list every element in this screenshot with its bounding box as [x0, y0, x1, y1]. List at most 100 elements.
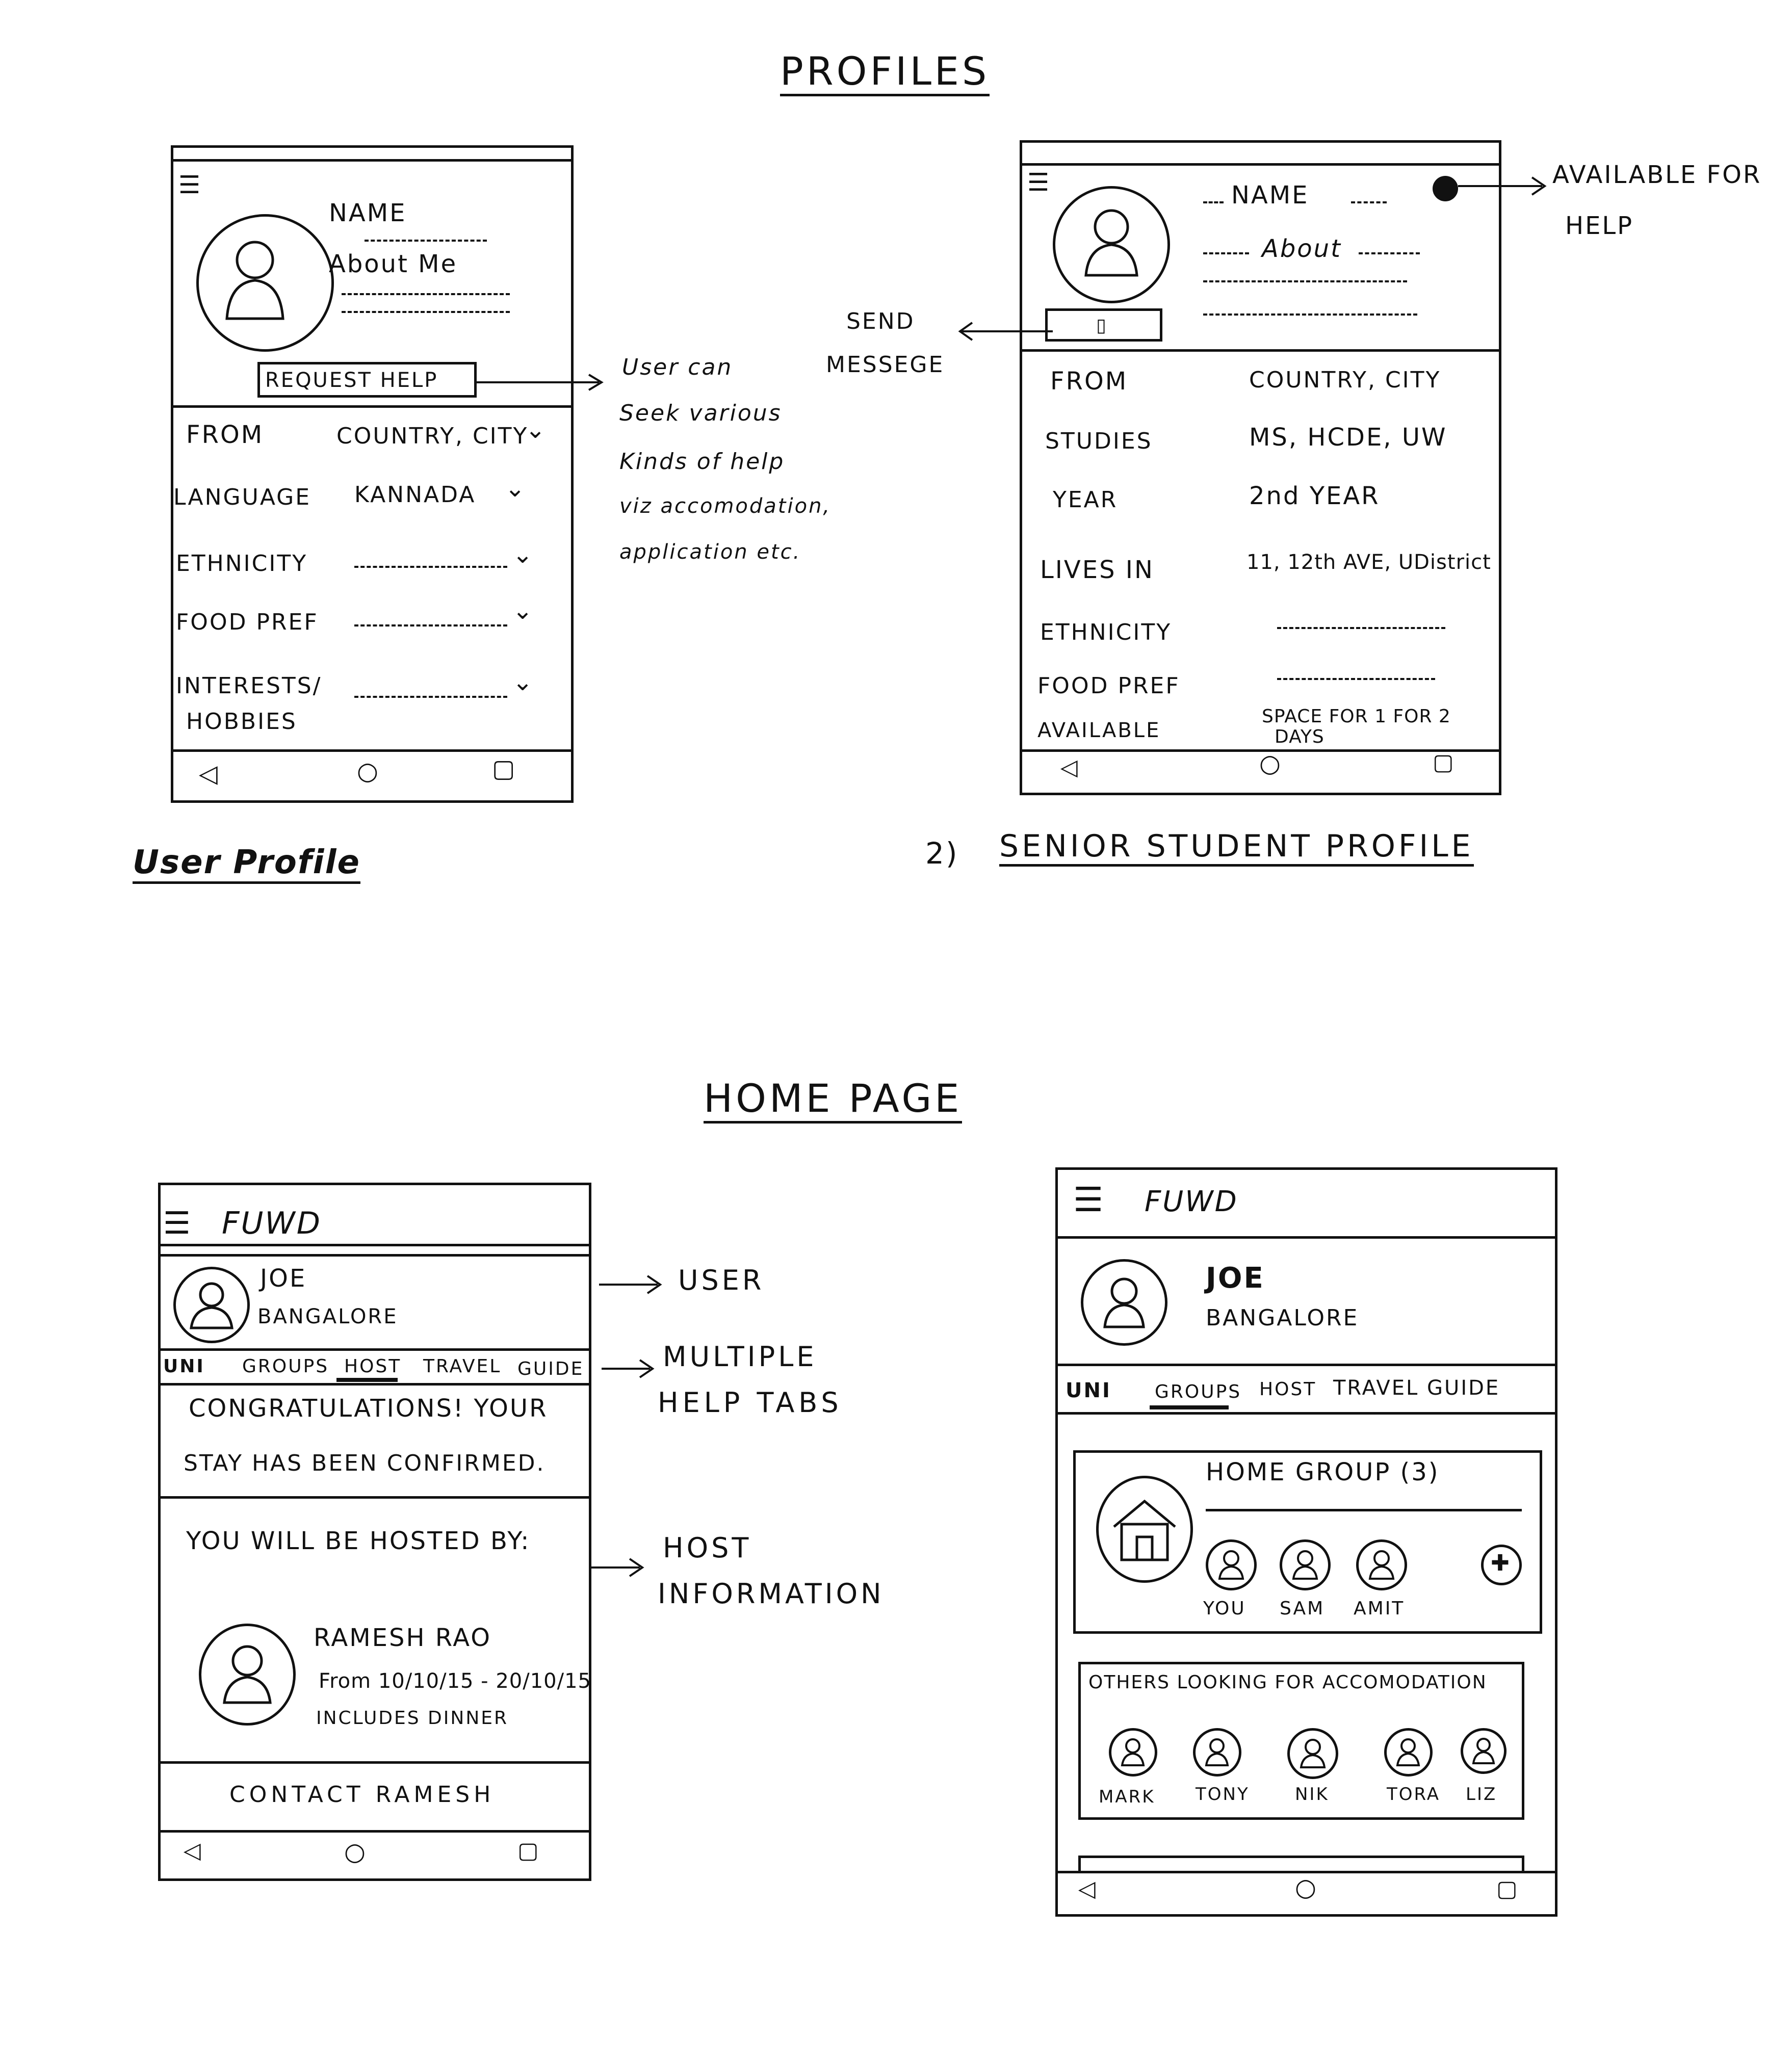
home-icon[interactable]: ○ [344, 1838, 367, 1866]
user-profile-caption: User Profile [133, 844, 360, 884]
active-tab-indicator [336, 1378, 398, 1382]
back-icon[interactable]: ◁ [1060, 754, 1079, 780]
other-name-mark: MARK [1099, 1787, 1155, 1807]
other-avatar-liz[interactable] [1461, 1728, 1507, 1774]
person-icon [225, 241, 284, 320]
other-name-nik: NIK [1295, 1784, 1329, 1805]
user-name: JOE [1206, 1262, 1265, 1295]
chevron-down-icon[interactable]: ⌄ [512, 540, 533, 569]
field-label-food-pref: FOOD PREF [1037, 673, 1180, 699]
other-name-tony: TONY [1196, 1784, 1250, 1805]
tab-uni[interactable]: UNI [163, 1356, 205, 1377]
person-icon [1205, 1738, 1229, 1766]
send-message-annotation-2: MESSEGE [826, 352, 945, 378]
person-icon [1472, 1738, 1495, 1764]
tab-groups[interactable]: GROUPS [242, 1356, 329, 1377]
chevron-down-icon[interactable]: ⌄ [512, 668, 533, 696]
home-page-title: HOME PAGE [704, 1076, 963, 1124]
field-label-ethnicity: ETHNICITY [1040, 619, 1172, 645]
add-member-icon[interactable]: ✚ [1481, 1545, 1522, 1585]
field-label-available: AVAILABLE [1037, 719, 1161, 742]
tabs-annotation-1: MULTIPLE [663, 1341, 817, 1373]
field-label-hobbies: HOBBIES [186, 709, 297, 735]
recent-apps-icon[interactable]: ▢ [1496, 1876, 1519, 1902]
member-name-you: YOU [1203, 1598, 1246, 1619]
member-name-sam: SAM [1280, 1598, 1325, 1619]
field-label-food-pref: FOOD PREF [176, 609, 319, 635]
member-name-amit: AMIT [1354, 1598, 1405, 1619]
contact-host-button[interactable]: CONTACT RAMESH [229, 1782, 495, 1808]
available-annotation-1: AVAILABLE FOR [1552, 161, 1762, 189]
about-label: About [1262, 234, 1342, 263]
tab-host[interactable]: HOST [344, 1356, 401, 1377]
hamburger-icon[interactable]: ☰ [178, 171, 202, 199]
member-avatar-you[interactable] [1206, 1539, 1257, 1590]
other-avatar-tora[interactable] [1384, 1728, 1433, 1776]
back-icon[interactable]: ◁ [1078, 1876, 1097, 1902]
other-avatar-mark[interactable] [1109, 1728, 1157, 1776]
tab-uni[interactable]: UNI [1066, 1379, 1111, 1402]
home-host-phone: ☰ FUWD JOE BANGALORE UNI GROUPS HOST TRA… [158, 1183, 591, 1881]
tab-host[interactable]: HOST [1259, 1379, 1316, 1400]
tab-groups[interactable]: GROUPS [1155, 1381, 1241, 1402]
request-help-annotation-2: Seek various [619, 400, 782, 426]
request-help-annotation-3: Kinds of help [619, 449, 785, 475]
field-label-studies: STUDIES [1045, 428, 1153, 454]
hamburger-icon[interactable]: ☰ [163, 1206, 192, 1241]
person-icon [1300, 1739, 1326, 1768]
active-tab-indicator [1150, 1405, 1229, 1409]
request-help-button[interactable]: REQUEST HELP [257, 362, 477, 398]
host-includes: INCLUDES DINNER [316, 1708, 509, 1729]
request-help-annotation-1: User can [622, 354, 733, 380]
host-annotation-1: HOST [663, 1532, 752, 1564]
back-icon[interactable]: ◁ [184, 1838, 202, 1864]
arrow-icon [958, 322, 1053, 341]
house-avatar [1096, 1476, 1193, 1583]
arrow-icon [477, 374, 604, 391]
tab-travel[interactable]: TRAVEL [423, 1356, 501, 1377]
field-label-year: YEAR [1053, 487, 1118, 513]
hamburger-icon[interactable]: ☰ [1073, 1180, 1105, 1219]
others-card[interactable]: OTHERS LOOKING FOR ACCOMODATION MARK TON… [1078, 1662, 1524, 1820]
others-title: OTHERS LOOKING FOR ACCOMODATION [1088, 1672, 1487, 1693]
name-label: NAME [329, 199, 407, 227]
other-avatar-nik[interactable] [1287, 1728, 1338, 1779]
chevron-down-icon[interactable]: ⌄ [505, 474, 525, 503]
home-group-card[interactable]: HOME GROUP (3) ✚ YOU SAM AMIT [1073, 1450, 1542, 1634]
name-label: NAME [1231, 181, 1309, 210]
avatar [1053, 186, 1170, 303]
home-icon[interactable]: ○ [1295, 1873, 1318, 1902]
person-icon [1103, 1277, 1145, 1328]
tabs-annotation-2: HELP TABS [658, 1387, 843, 1419]
home-icon[interactable]: ○ [357, 757, 380, 786]
senior-profile-caption: SENIOR STUDENT PROFILE [999, 828, 1474, 867]
app-title: FUWD [222, 1206, 322, 1241]
field-value-available: SPACE FOR 1 FOR 2 [1262, 706, 1451, 727]
field-value-language: KANNADA [354, 482, 476, 508]
other-name-liz: LIZ [1466, 1784, 1497, 1805]
send-message-button[interactable]: ▯ [1045, 308, 1162, 342]
message-icon: ▯ [1096, 315, 1108, 336]
home-icon[interactable]: ○ [1259, 749, 1282, 778]
tab-travel-guide[interactable]: TRAVEL GUIDE [1333, 1376, 1500, 1400]
chevron-down-icon[interactable]: ⌄ [512, 596, 533, 625]
back-icon[interactable]: ◁ [199, 760, 219, 788]
field-label-lives-in: LIVES IN [1040, 556, 1154, 584]
request-help-annotation-5: application etc. [619, 540, 801, 564]
home-groups-phone: ☰ FUWD JOE BANGALORE UNI GROUPS HOST TRA… [1055, 1167, 1557, 1917]
arrow-icon [591, 1558, 644, 1577]
hamburger-icon[interactable]: ☰ [1027, 168, 1051, 197]
chevron-down-icon[interactable]: ⌄ [525, 415, 546, 444]
person-icon [1292, 1550, 1318, 1580]
member-avatar-amit[interactable] [1356, 1539, 1407, 1590]
user-city: BANGALORE [1206, 1305, 1359, 1331]
recent-apps-icon[interactable]: ▢ [1433, 749, 1456, 775]
arrow-icon [1458, 176, 1547, 196]
tab-guide[interactable]: GUIDE [517, 1358, 584, 1379]
next-card-peek [1078, 1856, 1524, 1871]
other-avatar-tony[interactable] [1193, 1728, 1241, 1776]
recent-apps-icon[interactable]: ▢ [492, 754, 516, 783]
member-avatar-sam[interactable] [1280, 1539, 1331, 1590]
host-dates: From 10/10/15 - 20/10/15 [319, 1669, 591, 1693]
recent-apps-icon[interactable]: ▢ [517, 1838, 540, 1864]
